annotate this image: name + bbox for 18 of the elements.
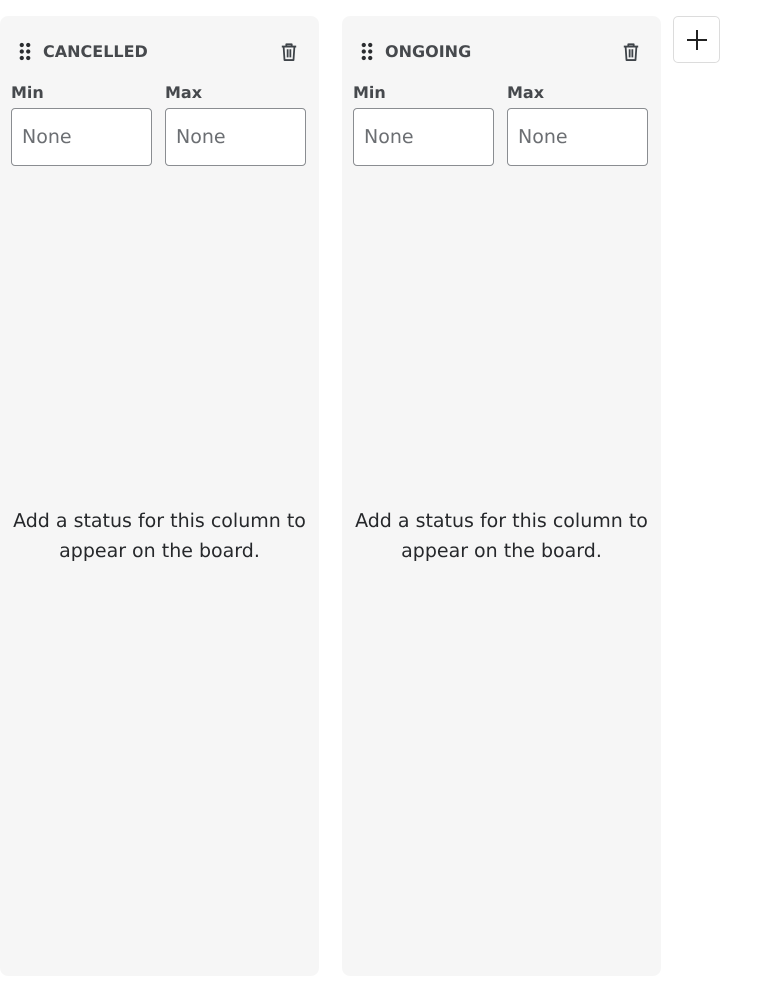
column-title: CANCELLED <box>43 42 149 60</box>
input-field[interactable]: None <box>11 108 152 166</box>
drag-handle-icon[interactable] <box>361 42 373 60</box>
input-field[interactable]: None <box>507 108 648 166</box>
field-label: Min <box>353 82 387 104</box>
input-field[interactable]: None <box>353 108 494 166</box>
empty-message: Add a status for this column to appear on the board. <box>12 509 307 564</box>
plus-icon <box>686 28 708 50</box>
empty-message: Add a status for this column to appear on the board. <box>354 509 649 564</box>
field-label: Max <box>165 82 204 104</box>
drag-handle-icon[interactable] <box>19 42 31 60</box>
field-label: Min <box>11 82 45 104</box>
field-label: Max <box>507 82 546 104</box>
add-column-button[interactable] <box>673 16 720 63</box>
input-field[interactable]: None <box>165 108 306 166</box>
trash-icon <box>622 40 640 62</box>
trash-icon <box>280 40 298 62</box>
column-title: ONGOING <box>385 42 472 60</box>
